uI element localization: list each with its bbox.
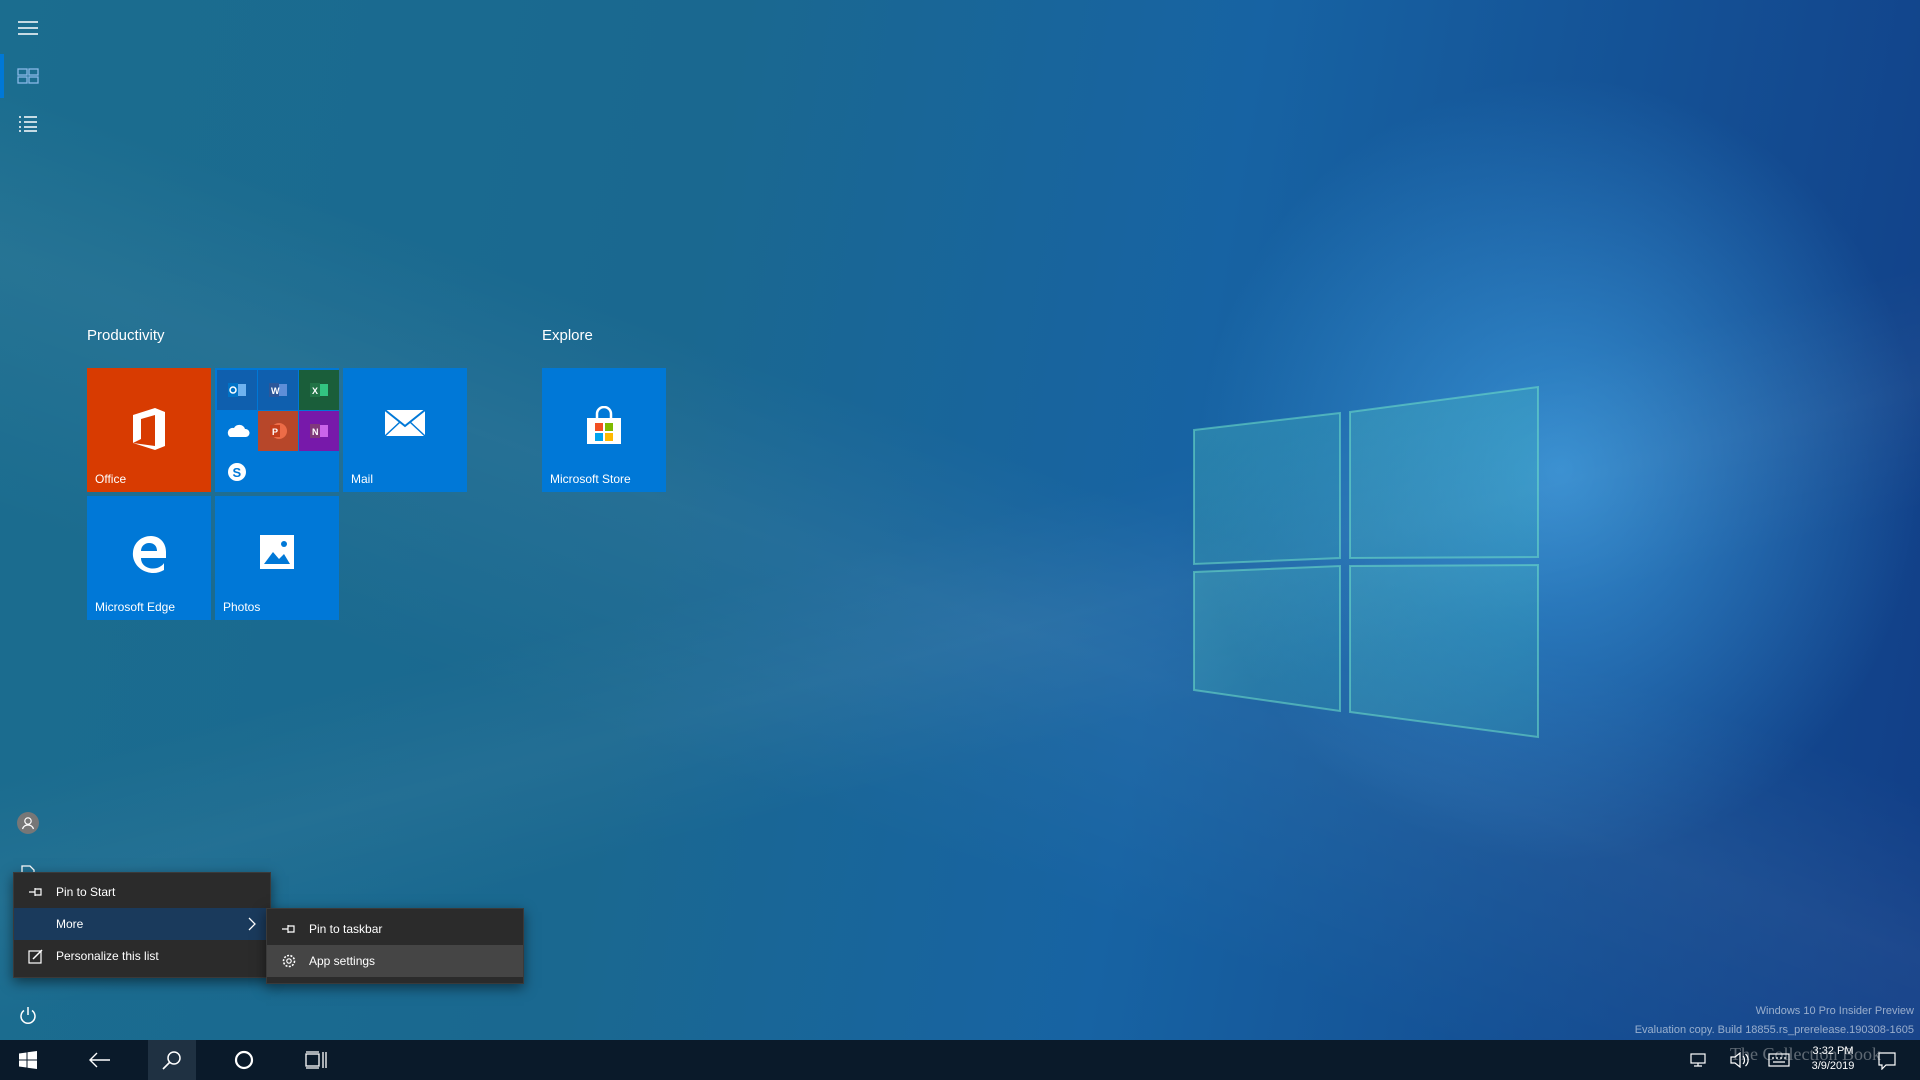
onedrive-icon[interactable] [217,411,257,451]
menu-item-personalize-list[interactable]: Personalize this list [14,940,270,972]
excel-icon[interactable]: X [299,370,339,410]
menu-item-label: Personalize this list [56,949,159,963]
back-button[interactable] [76,1040,124,1080]
tiles-icon [17,68,39,84]
menu-item-label: More [56,917,84,931]
search-icon [162,1051,181,1070]
menu-item-more[interactable]: More [14,908,270,940]
tile-microsoft-edge[interactable]: Microsoft Edge [87,496,211,620]
store-icon [587,406,621,444]
pin-icon [28,884,44,900]
tile-label: Office [95,472,127,486]
tile-photos[interactable]: Photos [215,496,339,620]
taskbar: 3:32 PM 3/9/2019 [0,1040,1920,1080]
word-icon[interactable]: W [258,370,298,410]
hamburger-menu-button[interactable] [0,6,56,50]
menu-item-label: Pin to taskbar [309,922,383,936]
menu-item-pin-to-start[interactable]: Pin to Start [14,876,270,908]
back-arrow-icon [89,1052,110,1068]
tile-microsoft-store[interactable]: Microsoft Store [542,368,666,492]
chevron-right-icon [248,917,256,934]
office-icon [133,408,165,450]
gear-icon [281,953,297,969]
tile-label: Microsoft Store [550,472,631,486]
all-apps-button[interactable] [0,102,56,146]
tile-office[interactable]: Office [87,368,211,492]
skype-icon[interactable]: S [217,452,257,492]
windows-wallpaper-logo [1193,385,1539,739]
watermark-line-2: Evaluation copy. Build 18855.rs_prerelea… [1634,1024,1914,1036]
watermark-overlay: The Collection Book [1730,1044,1881,1064]
svg-text:S: S [233,465,242,480]
power-button[interactable] [0,994,56,1038]
outlook-icon[interactable] [217,370,257,410]
tile-label: Photos [223,600,261,614]
edge-icon [132,536,166,574]
pinned-tiles-button[interactable] [0,54,56,98]
onenote-icon[interactable]: N [299,411,339,451]
menu-item-app-settings[interactable]: App settings [267,945,523,977]
list-icon [19,116,37,132]
power-icon [20,1007,36,1024]
user-account-button[interactable] [0,801,56,845]
svg-text:N: N [312,427,319,437]
personalize-icon [28,948,44,964]
network-icon[interactable] [1690,1052,1708,1073]
photos-icon [260,535,294,569]
svg-text:P: P [272,427,278,437]
mail-icon [384,409,426,437]
task-view-icon [305,1051,327,1069]
menu-item-pin-to-taskbar[interactable]: Pin to taskbar [267,913,523,945]
tile-mail[interactable]: Mail [343,368,467,492]
search-button[interactable] [148,1040,196,1080]
svg-text:X: X [312,386,318,396]
cortana-button[interactable] [220,1040,268,1080]
powerpoint-icon[interactable]: P [258,411,298,451]
submenu: Pin to taskbar App settings [266,908,524,984]
menu-item-label: Pin to Start [56,885,116,899]
start-button[interactable] [4,1040,52,1080]
cortana-icon [234,1050,254,1070]
tile-label: Mail [351,472,374,486]
tile-office-apps-folder[interactable]: W X P N S [215,368,339,492]
group-title-explore: Explore [542,327,593,344]
group-title-productivity: Productivity [87,327,165,344]
pin-icon [281,921,297,937]
windows-logo-icon [19,1051,37,1069]
menu-item-label: App settings [309,954,376,968]
tile-label: Microsoft Edge [95,600,176,614]
hamburger-icon [18,21,38,35]
task-view-button[interactable] [292,1040,340,1080]
watermark-line-1: Windows 10 Pro Insider Preview [1755,1005,1914,1017]
svg-text:W: W [271,386,280,396]
avatar-icon [17,812,39,834]
context-menu: Pin to Start More Personalize this list [13,872,271,978]
